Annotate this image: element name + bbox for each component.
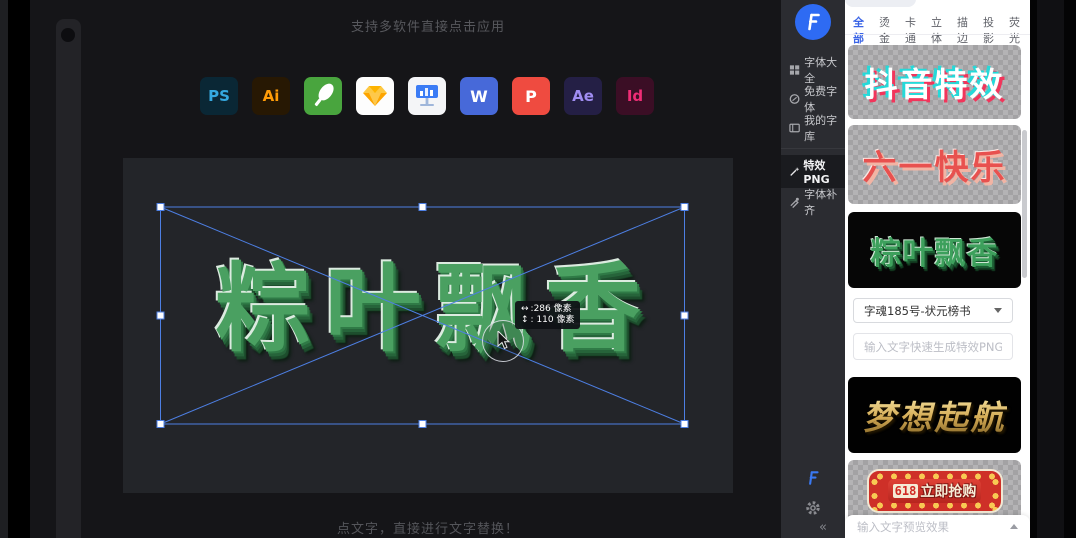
ifonts-mini-logo-icon (804, 469, 822, 487)
aftereffects-label: Ae (572, 87, 594, 105)
tab-cartoon[interactable]: 卡通 (904, 12, 926, 48)
effect-card-dream[interactable]: 梦想起航 (848, 377, 1021, 453)
effects-panel: 全部 烫金 卡通 立体 描边 投影 荧光 抖音特效 六一快乐 粽叶飘香 字魂18… (845, 0, 1030, 538)
effect-card-zongye-selected[interactable]: 粽叶飘香 (848, 212, 1021, 288)
sidebar-label: 字体补齐 (804, 186, 845, 218)
main-workspace: 支持多软件直接点击应用 PS Ai (30, 0, 781, 538)
gear-icon (805, 500, 821, 516)
app-icon-word[interactable]: W (460, 77, 498, 115)
app-icon-illustrator[interactable]: Ai (252, 77, 290, 115)
sidebar-label: 我的字库 (804, 112, 845, 144)
sidebar-divider (781, 148, 845, 149)
app-icon-aftereffects[interactable]: Ae (564, 77, 602, 115)
height-value: : 110 像素 (531, 315, 575, 326)
tab-shadow[interactable]: 投影 (982, 12, 1004, 48)
indesign-label: Id (627, 87, 643, 105)
effect-text: 抖音特效 (865, 58, 1005, 106)
sidebar-item-effect-png[interactable]: 特效PNG (781, 155, 845, 188)
measurement-tooltip: ↔ :286 像素 ↕ : 110 像素 (515, 301, 580, 329)
tab-3d[interactable]: 立体 (930, 12, 952, 48)
illustrator-label: Ai (263, 87, 280, 105)
sidebar-item-font-repair[interactable]: 字体补齐 (781, 188, 845, 216)
footer-hint: 点文字，直接进行文字替换！ (123, 518, 733, 537)
keynote-podium-icon (408, 77, 446, 115)
sidebar-item-my-library[interactable]: 我的字库 (781, 114, 845, 142)
preview-input-bar (845, 515, 1030, 538)
tab-outline[interactable]: 描边 (956, 12, 978, 48)
tab-neon[interactable]: 荧光 (1008, 12, 1030, 48)
selection-handle-sw[interactable] (157, 421, 164, 428)
selection-handle-ne[interactable] (681, 204, 688, 211)
search-input[interactable] (845, 0, 916, 7)
ifonts-logo-icon (802, 11, 824, 33)
selection-handle-w[interactable] (157, 312, 164, 319)
right-edge-area (1030, 0, 1076, 538)
sidebar-label: 字体大全 (804, 54, 845, 86)
tabs-divider (845, 34, 1030, 35)
coreldraw-balloon-icon (304, 77, 342, 115)
badge-text: 立即抢购 (920, 481, 976, 501)
sidebar-label: 免费字体 (804, 83, 845, 115)
preview-text-input[interactable] (857, 517, 1010, 537)
selection-handle-s[interactable] (419, 421, 426, 428)
width-value: :286 像素 (531, 304, 572, 315)
effect-text: 粽叶飘香 (871, 228, 999, 273)
category-tabs: 全部 烫金 卡通 立体 描边 投影 荧光 (852, 12, 1030, 48)
effect-text: 六一快乐 (863, 140, 1007, 189)
toolbar-dot-icon (61, 28, 75, 42)
design-canvas[interactable]: 粽叶飘香 (123, 158, 733, 493)
sidebar-item-font-all[interactable]: 字体大全 (781, 56, 845, 84)
app-icon-indesign[interactable]: Id (616, 77, 654, 115)
sidebar-label: 特效PNG (803, 157, 845, 186)
selection-handle-se[interactable] (681, 421, 688, 428)
height-arrow-icon: ↕ (521, 315, 529, 326)
badge-number: 618 (893, 484, 919, 498)
app-icon-keynote[interactable] (408, 77, 446, 115)
word-label: W (470, 87, 488, 106)
collapse-up-icon[interactable] (1010, 524, 1018, 529)
collapse-button[interactable]: « (819, 520, 827, 535)
selection-handle-e[interactable] (681, 312, 688, 319)
powerpoint-label: P (525, 87, 537, 106)
effect-text: 梦想起航 (863, 391, 1007, 439)
tab-all[interactable]: 全部 (852, 12, 874, 48)
vertical-toolbar[interactable] (56, 19, 81, 538)
generate-text-input[interactable] (853, 333, 1013, 360)
selection-handle-nw[interactable] (157, 204, 164, 211)
app-window: 支持多软件直接点击应用 PS Ai (0, 0, 1076, 538)
software-icons-row: PS Ai (200, 77, 654, 115)
magic-wand-icon (789, 166, 799, 178)
font-select-value: 字魂185号-状元榜书 (864, 303, 971, 319)
mouse-cursor-icon (497, 331, 511, 351)
free-coin-icon (789, 93, 800, 105)
repair-pen-icon (789, 196, 800, 208)
panel-scrollbar[interactable] (1022, 130, 1027, 278)
chevron-down-icon (994, 308, 1002, 313)
selection-overlay (123, 158, 733, 493)
library-book-icon (789, 122, 800, 134)
header-hint: 支持多软件直接点击应用 (123, 16, 733, 35)
grid-icon (789, 64, 800, 76)
app-icon-powerpoint[interactable]: P (512, 77, 550, 115)
app-icon-photoshop[interactable]: PS (200, 77, 238, 115)
photoshop-label: PS (208, 87, 230, 105)
left-edge-strip (0, 0, 8, 538)
ifonts-mini-logo[interactable] (804, 469, 822, 491)
effect-card-childrens-day[interactable]: 六一快乐 (848, 125, 1021, 204)
sale-badge: 618 立即抢购 (867, 469, 1003, 513)
ifonts-sidebar: 字体大全 免费字体 我的字库 特效PNG (781, 0, 845, 538)
effect-card-618-sale[interactable]: 618 立即抢购 (848, 460, 1021, 522)
tab-gold-stamp[interactable]: 烫金 (878, 12, 900, 48)
right-edge-strip (1037, 0, 1064, 538)
selection-handle-n[interactable] (419, 204, 426, 211)
ifonts-logo[interactable] (795, 4, 831, 40)
width-arrow-icon: ↔ (521, 304, 529, 315)
app-icon-coreldraw[interactable] (304, 77, 342, 115)
sidebar-item-free-fonts[interactable]: 免费字体 (781, 85, 845, 113)
app-icon-sketch[interactable] (356, 77, 394, 115)
effect-card-douyin[interactable]: 抖音特效 (848, 45, 1021, 119)
sketch-diamond-icon (356, 77, 394, 115)
settings-button[interactable] (805, 500, 821, 520)
font-select-dropdown[interactable]: 字魂185号-状元榜书 (853, 298, 1013, 323)
